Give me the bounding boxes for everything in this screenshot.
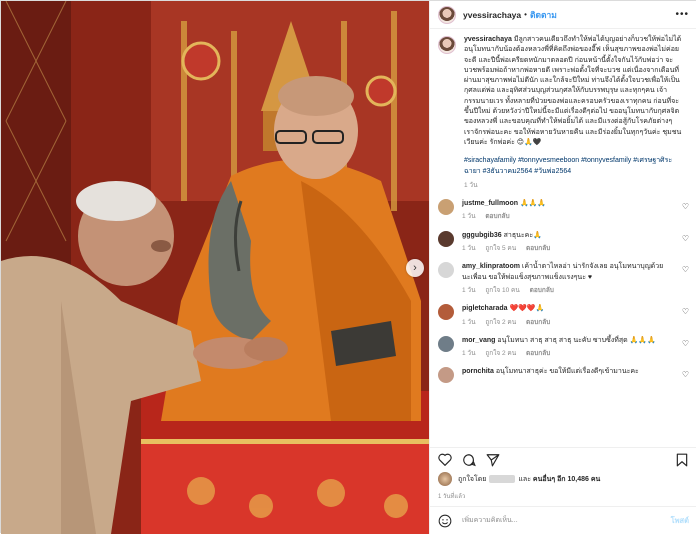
- follow-button[interactable]: ติดตาม: [530, 8, 557, 22]
- comment-likes[interactable]: ถูกใจ 2 คน: [485, 319, 516, 326]
- comment-time: 1 วัน: [462, 350, 476, 358]
- comment-username[interactable]: gggubgib36: [462, 232, 502, 239]
- comment-item: justme_fullmoon 🙏🙏🙏 1 วัน ตอบกลับ ♡: [438, 199, 689, 223]
- avatar[interactable]: [438, 304, 454, 321]
- comment-item: pornchita อนุโมทนาสาธุค่ะ ขอให้มีแต่เรื่…: [438, 367, 689, 384]
- heart-icon[interactable]: ♡: [682, 370, 689, 379]
- caption-username[interactable]: yvessirachaya: [464, 36, 512, 43]
- comment-text: อนุโมทนา สาธุ สาธุ สาธุ นะคับ ซาบซึ้งที่…: [497, 336, 656, 344]
- reply-button[interactable]: ตอบกลับ: [526, 245, 550, 252]
- caption-text: มีลูกสาวคนเดียวถึงทำให้พ่อได้บุญอย่างก็บ…: [464, 36, 682, 146]
- avatar[interactable]: [438, 262, 454, 279]
- reply-button[interactable]: ตอบกลับ: [526, 350, 550, 357]
- avatar[interactable]: [438, 335, 454, 352]
- avatar[interactable]: [438, 230, 454, 247]
- avatar[interactable]: [438, 199, 454, 216]
- comment-likes[interactable]: ถูกใจ 5 คน: [485, 245, 516, 252]
- comment-username[interactable]: amy_klinpratoom: [462, 263, 520, 270]
- comment-username[interactable]: pornchita: [462, 368, 494, 375]
- liker-name-redacted[interactable]: [489, 475, 516, 483]
- reply-button[interactable]: ตอบกลับ: [530, 287, 554, 294]
- avatar[interactable]: [438, 5, 456, 24]
- likes-others-count[interactable]: คนอื่นๆ อีก 10,486 คน: [533, 474, 600, 485]
- post-comment-button[interactable]: โพสต์: [671, 515, 689, 527]
- comment-time: 1 วัน: [462, 286, 476, 294]
- reply-button[interactable]: ตอบกลับ: [526, 319, 550, 326]
- comment-username[interactable]: mor_vang: [462, 337, 495, 344]
- heart-icon[interactable]: ♡: [682, 339, 689, 348]
- comment-item: amy_klinpratoom เค้าน้ำตาไหลอ่า น่ารักจั…: [438, 262, 689, 296]
- avatar[interactable]: [438, 36, 456, 54]
- post-header: yvessirachaya • ติดตาม •••: [430, 1, 696, 29]
- comment-username[interactable]: pigletcharada: [462, 305, 508, 312]
- caption-time: 1 วัน: [464, 181, 478, 189]
- chevron-right-icon[interactable]: ›: [406, 259, 424, 277]
- separator-dot: •: [524, 10, 527, 19]
- likes-prefix: ถูกใจโดย: [458, 475, 487, 483]
- photo-illustration: [1, 1, 429, 534]
- post-photo[interactable]: ›: [1, 1, 429, 534]
- comment-icon[interactable]: [462, 453, 476, 467]
- post-username[interactable]: yvessirachaya: [463, 10, 521, 20]
- share-icon[interactable]: [486, 453, 500, 467]
- heart-icon[interactable]: ♡: [682, 265, 689, 274]
- comment-time: 1 วัน: [462, 318, 476, 326]
- comment-meta: 1 วัน ถูกใจ 5 คน ตอบกลับ: [462, 244, 667, 254]
- comment-item: gggubgib36 สาธุนะคะ🙏 1 วัน ถูกใจ 5 คน ตอ…: [438, 230, 689, 255]
- reply-button[interactable]: ตอบกลับ: [485, 213, 509, 220]
- emoji-icon[interactable]: [438, 514, 452, 528]
- likes-and: และ: [518, 475, 531, 483]
- add-comment-bar: เพิ่มความคิดเห็น... โพสต์: [430, 506, 696, 534]
- comment-text: ❤️❤️❤️🙏: [509, 305, 545, 313]
- comment-meta: 1 วัน ถูกใจ 2 คน ตอบกลับ: [462, 318, 667, 328]
- post-actions-bar: [430, 447, 696, 471]
- comment-time: 1 วัน: [462, 213, 476, 221]
- more-options-icon[interactable]: •••: [675, 9, 689, 20]
- comment-item: pigletcharada ❤️❤️❤️🙏 1 วัน ถูกใจ 2 คน ต…: [438, 304, 689, 328]
- comment-input[interactable]: เพิ่มความคิดเห็น...: [462, 515, 671, 526]
- heart-icon[interactable]: ♡: [682, 202, 689, 211]
- liker-avatar[interactable]: [438, 472, 452, 486]
- comment-text: สาธุนะคะ🙏: [503, 231, 542, 239]
- post-timestamp: 1 วันที่แล้ว: [438, 494, 466, 500]
- post-sidebar: yvessirachaya • ติดตาม ••• yvessirachaya…: [429, 1, 696, 534]
- likes-summary: ถูกใจโดย และ คนอื่นๆ อีก 10,486 คน: [438, 472, 689, 486]
- heart-icon[interactable]: ♡: [682, 307, 689, 316]
- comment-item: mor_vang อนุโมทนา สาธุ สาธุ สาธุ นะคับ ซ…: [438, 335, 689, 360]
- comments-scroll-area[interactable]: yvessirachaya มีลูกสาวคนเดียวถึงทำให้พ่อ…: [430, 29, 696, 445]
- avatar[interactable]: [438, 367, 454, 384]
- comment-meta: 1 วัน ถูกใจ 10 คน ตอบกลับ: [462, 286, 667, 296]
- comment-time: 1 วัน: [462, 245, 476, 253]
- comment-likes[interactable]: ถูกใจ 2 คน: [485, 350, 516, 357]
- comment-meta: 1 วัน ตอบกลับ: [462, 212, 667, 222]
- heart-icon[interactable]: [438, 453, 452, 467]
- comment-username[interactable]: justme_fullmoon: [462, 200, 518, 207]
- caption: yvessirachaya มีลูกสาวคนเดียวถึงทำให้พ่อ…: [438, 35, 689, 191]
- caption-hashtags[interactable]: #sirachayafamily #tonnyvesmeeboon #tonny…: [464, 156, 682, 177]
- comment-text: 🙏🙏🙏: [519, 200, 547, 208]
- heart-icon[interactable]: ♡: [682, 234, 689, 243]
- instagram-post-window: › yvessirachaya • ติดตาม ••• yvessiracha…: [0, 0, 696, 534]
- bookmark-icon[interactable]: [675, 453, 689, 467]
- caption-body: yvessirachaya มีลูกสาวคนเดียวถึงทำให้พ่อ…: [464, 35, 682, 191]
- comment-text: อนุโมทนาสาธุค่ะ ขอให้มีแต่เรื่องดีๆเข้าม…: [495, 368, 639, 376]
- comment-likes[interactable]: ถูกใจ 10 คน: [485, 287, 520, 294]
- comment-meta: 1 วัน ถูกใจ 2 คน ตอบกลับ: [462, 349, 667, 359]
